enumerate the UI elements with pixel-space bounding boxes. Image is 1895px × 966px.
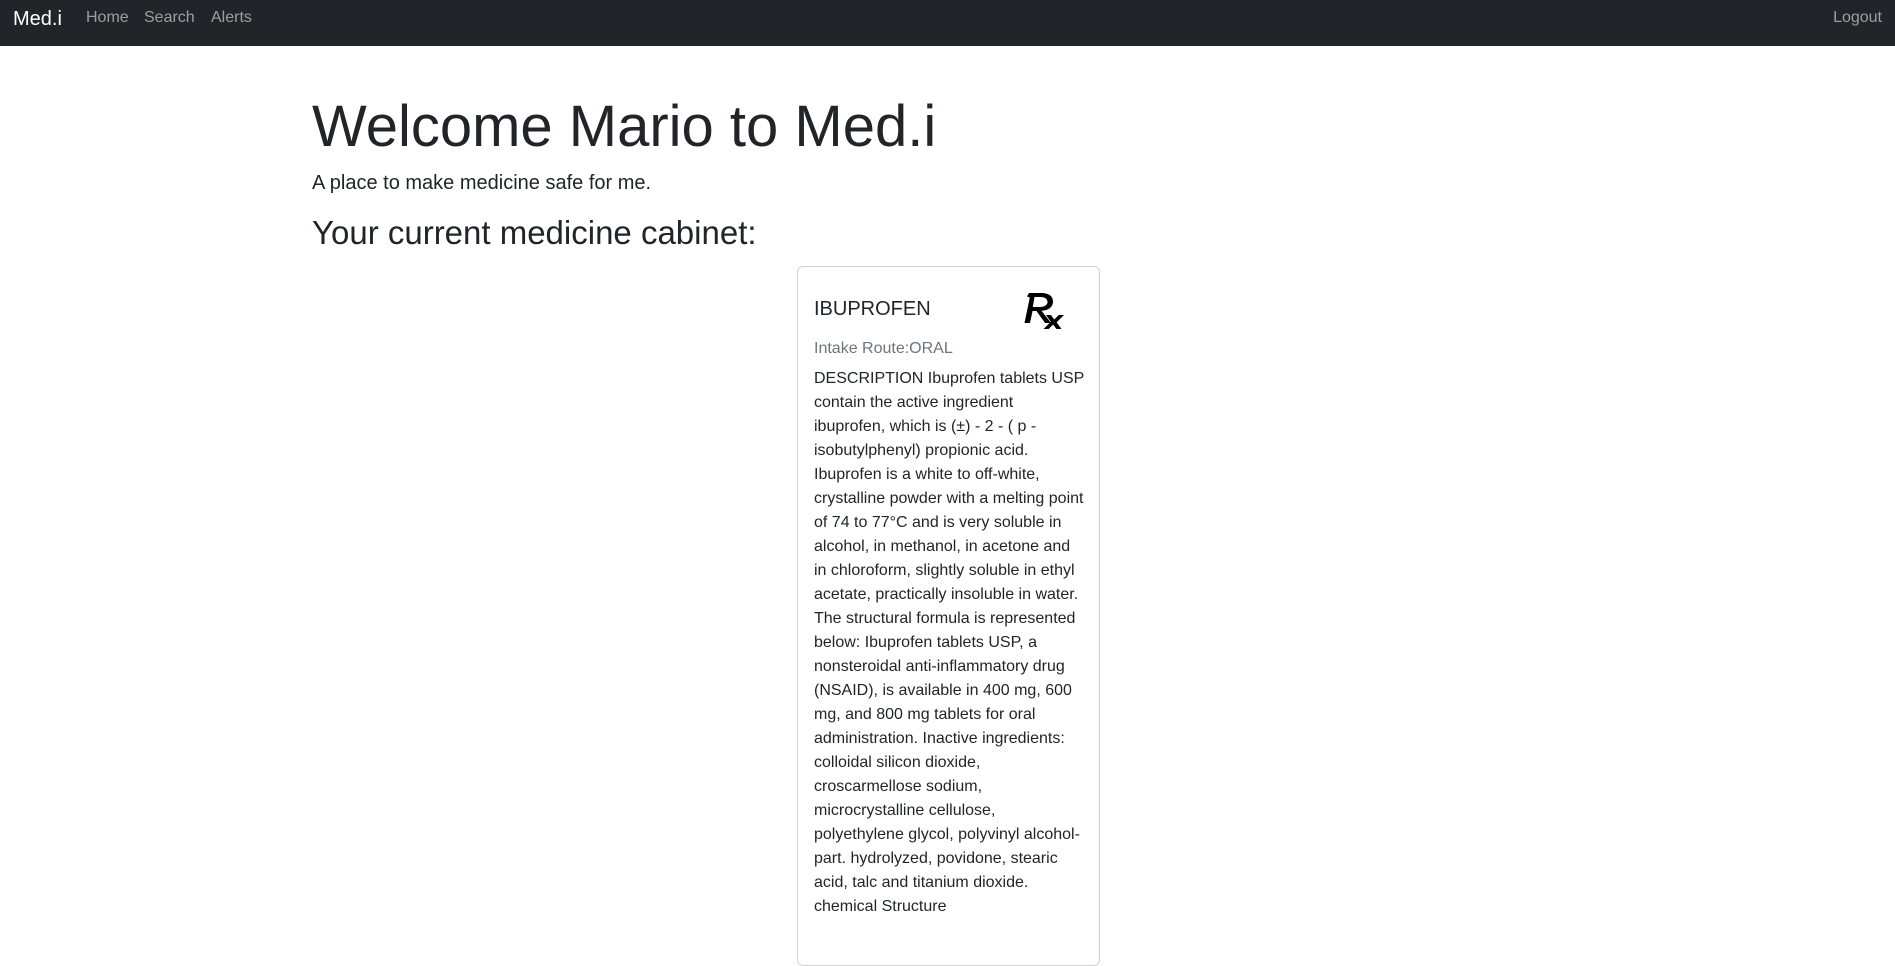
logout-link[interactable]: Logout <box>1833 8 1882 27</box>
cabinet-heading: Your current medicine cabinet: <box>312 214 757 251</box>
intake-route: Intake Route:ORAL <box>814 340 953 357</box>
page-lead: A place to make medicine safe for me. <box>312 172 652 194</box>
medicine-card: IBUPROFEN Intake Route:ORAL DESCRIPTION … <box>797 266 1100 966</box>
medicine-name: IBUPROFEN <box>814 298 931 320</box>
page-title: Welcome Mario to Med.i <box>312 94 937 159</box>
brand-link[interactable]: Med.i <box>13 7 62 31</box>
rx-icon <box>1024 293 1064 329</box>
nav-search-link[interactable]: Search <box>144 8 195 27</box>
top-navbar: Med.i Home Search Alerts Logout <box>0 0 1895 46</box>
nav-alerts-link[interactable]: Alerts <box>211 8 252 27</box>
medicine-description: DESCRIPTION Ibuprofen tablets USP contai… <box>814 370 1085 915</box>
nav-home-link[interactable]: Home <box>86 8 129 27</box>
